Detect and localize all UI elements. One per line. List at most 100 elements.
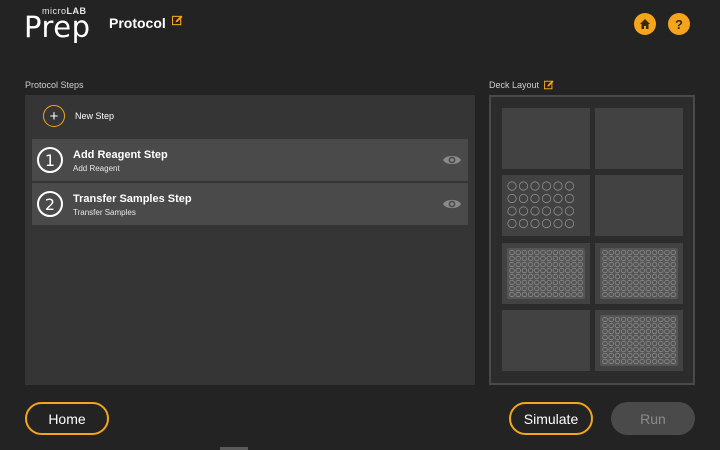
well — [658, 352, 664, 359]
well — [633, 291, 639, 298]
well — [621, 285, 627, 292]
well — [614, 267, 620, 274]
well — [518, 218, 529, 229]
well — [509, 291, 515, 298]
well — [639, 322, 645, 329]
step-number-badge: 1 — [37, 147, 63, 173]
well — [509, 261, 515, 268]
deck-layout-panel — [489, 95, 695, 385]
well — [633, 316, 639, 323]
well — [534, 267, 540, 274]
home-icon-button[interactable] — [634, 13, 656, 35]
well — [670, 291, 676, 298]
well — [658, 273, 664, 280]
deck-slot[interactable] — [502, 310, 590, 371]
24-well-plate — [507, 181, 575, 229]
well — [639, 328, 645, 335]
deck-slot[interactable] — [595, 175, 683, 236]
well — [530, 181, 540, 191]
well — [552, 285, 559, 292]
well — [528, 279, 534, 286]
eye-icon[interactable] — [442, 153, 462, 167]
well — [553, 206, 563, 216]
96-well-plate — [507, 248, 585, 299]
well — [651, 279, 658, 286]
well — [614, 322, 620, 329]
well — [534, 285, 540, 292]
well — [627, 340, 633, 347]
well — [540, 291, 546, 298]
well — [534, 291, 540, 298]
edit-icon[interactable] — [543, 80, 554, 90]
well — [645, 316, 652, 323]
well — [639, 334, 645, 341]
well — [664, 328, 670, 335]
logo-big-text: Prep — [24, 10, 91, 44]
step-row[interactable]: 1 Add Reagent Step Add Reagent — [32, 139, 468, 181]
protocol-steps-label: Protocol Steps — [25, 80, 84, 90]
deck-layout-label[interactable]: Deck Layout — [489, 80, 554, 90]
home-button[interactable]: Home — [25, 402, 109, 435]
run-button[interactable]: Run — [611, 402, 695, 435]
well — [664, 255, 670, 262]
deck-slot[interactable] — [595, 108, 683, 169]
well — [521, 249, 527, 256]
well — [534, 279, 540, 286]
well — [608, 316, 614, 323]
well — [515, 267, 521, 274]
well — [664, 316, 670, 323]
well — [658, 346, 664, 353]
well — [651, 261, 658, 268]
well — [658, 255, 664, 262]
well — [651, 267, 658, 274]
edit-icon[interactable] — [171, 15, 183, 26]
well — [627, 358, 633, 365]
well — [614, 291, 620, 298]
simulate-button[interactable]: Simulate — [509, 402, 593, 435]
well — [521, 255, 527, 262]
well — [558, 261, 565, 268]
well — [639, 291, 645, 298]
well — [664, 322, 670, 329]
deck-slot[interactable] — [502, 243, 590, 304]
well — [565, 279, 571, 286]
deck-slot[interactable] — [595, 310, 683, 371]
well — [577, 255, 583, 262]
help-button[interactable]: ? — [668, 13, 690, 35]
well-grid — [602, 316, 676, 365]
well — [608, 279, 614, 286]
well — [664, 249, 670, 256]
well — [639, 285, 645, 292]
well — [521, 291, 527, 298]
step-title: Transfer Samples Step — [73, 193, 192, 205]
well — [651, 255, 658, 262]
deck-slot[interactable] — [595, 243, 683, 304]
page-title[interactable]: Protocol — [109, 15, 183, 31]
well — [621, 352, 627, 359]
well — [658, 358, 664, 365]
well — [633, 352, 639, 359]
well — [546, 279, 552, 286]
well — [633, 328, 639, 335]
well — [639, 249, 645, 256]
eye-icon[interactable] — [442, 197, 462, 211]
deck-slot[interactable] — [502, 175, 590, 236]
well — [564, 206, 575, 216]
well — [515, 291, 521, 298]
step-row[interactable]: 2 Transfer Samples Step Transfer Samples — [32, 183, 468, 225]
well — [664, 340, 670, 347]
step-subtitle: Transfer Samples — [73, 208, 136, 217]
well — [515, 273, 521, 280]
well — [528, 255, 534, 262]
well — [627, 322, 633, 329]
well — [558, 291, 565, 298]
deck-slot[interactable] — [502, 108, 590, 169]
well — [565, 261, 571, 268]
well — [565, 255, 571, 262]
new-step-button[interactable]: + New Step — [43, 105, 114, 127]
well — [608, 285, 614, 292]
well — [509, 249, 515, 256]
well — [571, 285, 577, 292]
well — [645, 328, 652, 335]
well — [639, 340, 645, 347]
